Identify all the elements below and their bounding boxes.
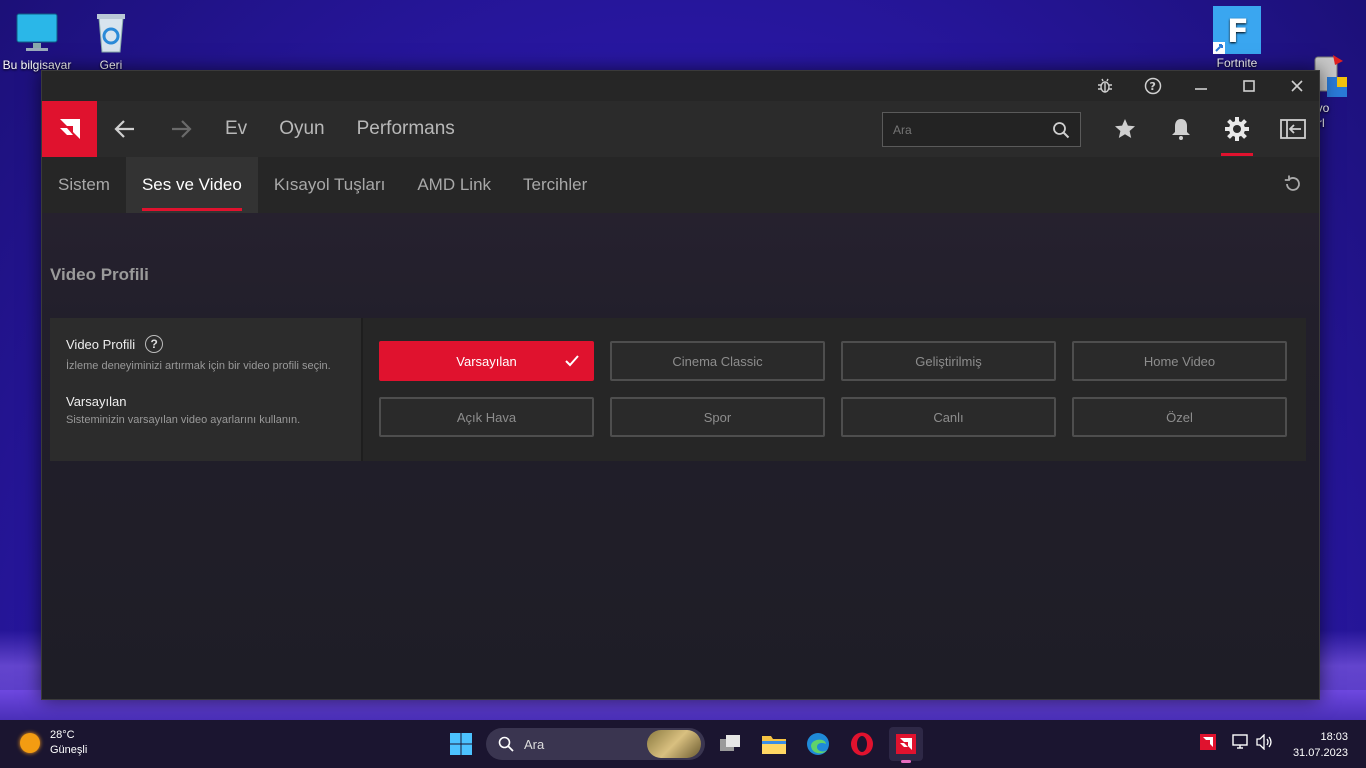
- profile-option-enhanced[interactable]: Geliştirilmiş: [841, 341, 1056, 381]
- amd-software-window: ? Ev Oyun Performans Ara Sistem Ses ve V…: [41, 70, 1320, 700]
- amd-logo-icon[interactable]: [42, 101, 97, 157]
- profile-option-outdoor[interactable]: Açık Hava: [379, 397, 594, 437]
- forward-arrow-icon[interactable]: [153, 101, 209, 157]
- profile-options: Varsayılan Cinema Classic Geliştirilmiş …: [363, 318, 1306, 461]
- profile-option-home-video[interactable]: Home Video: [1072, 341, 1287, 381]
- profile-option-label: Özel: [1166, 409, 1193, 425]
- help-circle-icon[interactable]: ?: [145, 335, 164, 353]
- section-title: Video Profili: [50, 265, 149, 284]
- star-icon[interactable]: [1107, 111, 1143, 147]
- gear-icon[interactable]: [1219, 111, 1255, 156]
- tab-preferences[interactable]: Tercihler: [507, 157, 603, 213]
- fortnite-icon: F: [1213, 6, 1261, 54]
- taskbar: 28°C Güneşli Ara 18:03 31.07.2023: [0, 720, 1366, 768]
- profile-option-label: Canlı: [933, 409, 964, 425]
- file-explorer-icon[interactable]: [757, 727, 791, 761]
- desktop-icon-recycle-bin[interactable]: Geri: [75, 8, 147, 72]
- amd-taskbar-icon[interactable]: [889, 727, 923, 763]
- bug-icon[interactable]: [1091, 74, 1119, 98]
- profile-option-label: Cinema Classic: [672, 353, 763, 369]
- close-icon[interactable]: [1283, 74, 1311, 98]
- back-arrow-icon[interactable]: [97, 101, 153, 157]
- video-profile-description: İzleme deneyiminizi artırmak için bir vi…: [66, 360, 331, 372]
- title-bar: ?: [42, 71, 1319, 101]
- network-icon[interactable]: [1232, 734, 1250, 755]
- profile-option-cinema-classic[interactable]: Cinema Classic: [610, 341, 825, 381]
- search-highlight-image: [647, 730, 701, 758]
- search-box[interactable]: [882, 112, 1081, 147]
- nav-performance[interactable]: Performans: [357, 118, 455, 140]
- weather-widget[interactable]: 28°C Güneşli: [20, 728, 87, 758]
- desktop-icon-label: Fortnite: [1216, 56, 1258, 70]
- profile-option-label: Geliştirilmiş: [915, 353, 982, 369]
- video-profile-info: Video Profili ? İzleme deneyiminizi artı…: [50, 318, 363, 461]
- minimize-icon[interactable]: [1187, 74, 1215, 98]
- clock-date: 31.07.2023: [1292, 747, 1348, 759]
- volume-icon[interactable]: [1256, 733, 1274, 755]
- monitor-icon: [13, 8, 61, 56]
- svg-text:F: F: [1227, 12, 1249, 50]
- profile-option-sport[interactable]: Spor: [610, 397, 825, 437]
- desktop-icon-this-pc[interactable]: Bu bilgisayar: [1, 8, 73, 72]
- sidebar-toggle-icon[interactable]: [1275, 111, 1311, 147]
- profile-option-default[interactable]: Varsayılan: [379, 341, 594, 381]
- selected-profile-title: Varsayılan: [66, 394, 127, 409]
- tab-hotkeys[interactable]: Kısayol Tuşları: [258, 157, 402, 213]
- nav-home[interactable]: Ev: [225, 118, 247, 140]
- bell-icon[interactable]: [1163, 111, 1199, 147]
- profile-option-label: Varsayılan: [456, 353, 517, 369]
- task-view-icon[interactable]: [713, 727, 747, 761]
- taskbar-search[interactable]: Ara: [486, 728, 705, 760]
- profile-option-label: Home Video: [1143, 353, 1216, 369]
- search-input[interactable]: [893, 122, 1052, 137]
- weather-text-block: 28°C Güneşli: [50, 728, 87, 758]
- recycle-bin-icon: [87, 8, 135, 56]
- weather-condition: Güneşli: [50, 744, 88, 756]
- video-profile-heading: Video Profili ?: [66, 335, 345, 353]
- settings-subtabs: Sistem Ses ve Video Kısayol Tuşları AMD …: [42, 157, 1319, 213]
- video-profile-title: Video Profili: [66, 336, 136, 352]
- sun-icon: [20, 733, 40, 753]
- profile-option-label: Açık Hava: [456, 409, 517, 425]
- search-icon: [498, 736, 514, 752]
- taskbar-search-label: Ara: [524, 736, 545, 752]
- clock-time: 18:03: [1320, 731, 1348, 743]
- amd-tray-icon[interactable]: [1200, 734, 1216, 755]
- selected-profile-description: Sisteminizin varsayılan video ayarlarını…: [66, 414, 301, 426]
- profile-option-custom[interactable]: Özel: [1072, 397, 1287, 437]
- opera-icon[interactable]: [845, 727, 879, 761]
- tab-audio-video[interactable]: Ses ve Video: [125, 157, 258, 213]
- reset-icon[interactable]: [1283, 174, 1305, 196]
- desktop-icon-fortnite[interactable]: F Fortnite: [1201, 6, 1273, 70]
- svg-text:?: ?: [1150, 80, 1156, 93]
- search-icon[interactable]: [1052, 121, 1070, 139]
- tab-amd-link[interactable]: AMD Link: [401, 157, 507, 213]
- edge-icon[interactable]: [801, 727, 835, 761]
- nav-gaming[interactable]: Oyun: [279, 118, 324, 140]
- start-icon[interactable]: [444, 727, 478, 761]
- active-indicator: [901, 760, 911, 763]
- clock[interactable]: 18:03 31.07.2023: [1293, 729, 1348, 761]
- tab-system[interactable]: Sistem: [42, 157, 126, 213]
- video-profile-panel: Video Profili ? İzleme deneyiminizi artı…: [50, 318, 1306, 461]
- checkmark-icon: [565, 355, 579, 367]
- profile-option-label: Spor: [703, 409, 732, 425]
- profile-option-vivid[interactable]: Canlı: [841, 397, 1056, 437]
- help-icon[interactable]: ?: [1139, 74, 1167, 98]
- top-nav: Ev Oyun Performans: [42, 101, 1319, 157]
- maximize-icon[interactable]: [1235, 74, 1263, 98]
- weather-temp: 28°C: [50, 729, 75, 741]
